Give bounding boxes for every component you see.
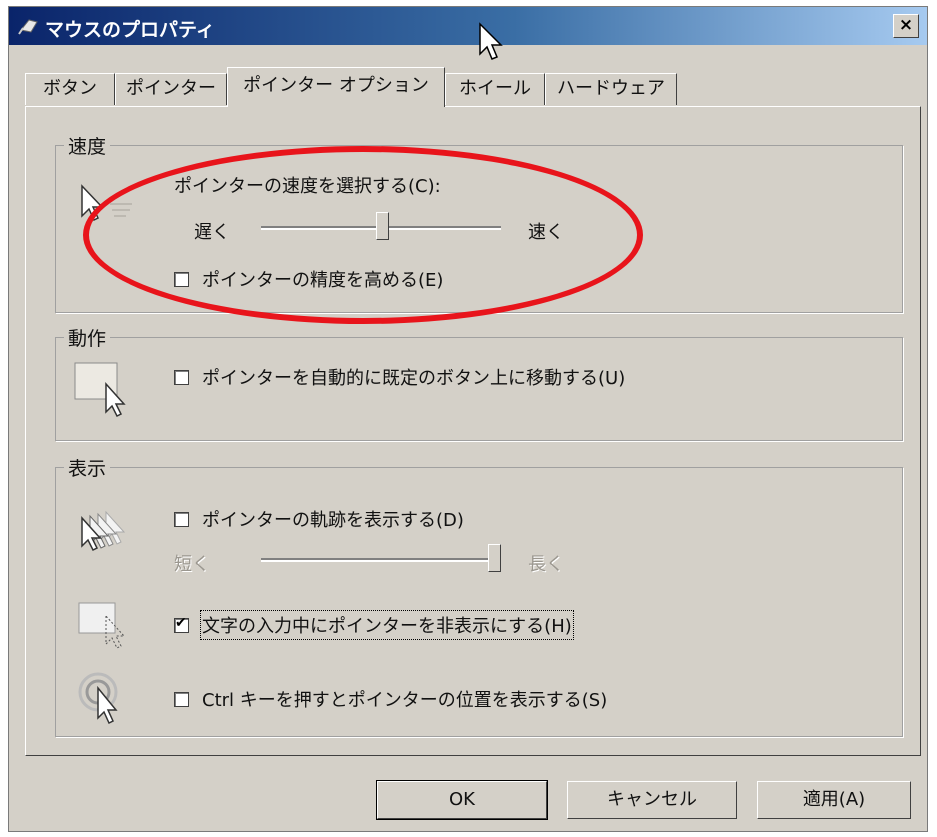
apply-button[interactable]: 適用(A) bbox=[757, 781, 911, 819]
visibility-group-title: 表示 bbox=[64, 454, 111, 481]
trails-short-label: 短く bbox=[174, 554, 210, 575]
hide-while-typing-icon bbox=[78, 602, 126, 649]
pointer-trails-icon bbox=[81, 510, 126, 552]
pointer-trails-checkbox[interactable] bbox=[174, 512, 189, 527]
trails-slider-track[interactable] bbox=[261, 558, 501, 562]
pointer-trails-label: ポインターの軌跡を表示する(D) bbox=[202, 510, 464, 531]
hide-while-typing-checkbox[interactable] bbox=[174, 615, 189, 633]
close-button[interactable]: × bbox=[893, 14, 919, 38]
mouse-icon bbox=[18, 19, 38, 35]
snap-to-label: ポインターを自動的に既定のボタン上に移動する(U) bbox=[202, 368, 626, 389]
show-location-label: Ctrl キーを押すとポインターの位置を表示する(S) bbox=[202, 690, 608, 711]
snap-to-button-icon bbox=[74, 362, 126, 418]
title-bar[interactable]: マウスのプロパティ × bbox=[9, 7, 927, 45]
mouse-cursor-icon bbox=[479, 22, 503, 60]
ok-button[interactable]: OK bbox=[376, 780, 548, 820]
motion-group: 動作 ポインターを自動的に既定のボタン上に移動する(U) bbox=[55, 324, 903, 441]
enhance-precision-label: ポインターの精度を高める(E) bbox=[202, 270, 444, 291]
trails-long-label: 長く bbox=[528, 554, 564, 575]
speed-group-title: 速度 bbox=[64, 132, 111, 159]
window-title: マウスのプロパティ bbox=[45, 19, 215, 41]
tab-buttons[interactable]: ボタン bbox=[25, 73, 115, 105]
cancel-button[interactable]: キャンセル bbox=[567, 781, 737, 819]
tab-pointer-options[interactable]: ポインター オプション bbox=[227, 67, 445, 107]
mouse-properties-dialog: マウスのプロパティ × ボタン ポインター ポインター オプション ホイール ハ… bbox=[8, 6, 928, 832]
show-location-checkbox[interactable] bbox=[174, 692, 189, 707]
speed-group: 速度 ポインターの速度を選択する(C): 遅く 速く ポインターの精度を高める(… bbox=[55, 132, 903, 313]
tab-pointers[interactable]: ポインター bbox=[115, 73, 227, 105]
tab-wheel[interactable]: ホイール bbox=[445, 73, 545, 105]
enhance-precision-checkbox[interactable] bbox=[174, 272, 189, 287]
tab-hardware[interactable]: ハードウェア bbox=[545, 73, 677, 105]
motion-group-title: 動作 bbox=[64, 324, 111, 351]
trails-slider-thumb[interactable] bbox=[488, 544, 501, 580]
pointer-speed-icon bbox=[81, 184, 132, 222]
snap-to-checkbox[interactable] bbox=[174, 370, 189, 385]
slow-label: 遅く bbox=[194, 222, 230, 243]
show-location-icon bbox=[78, 672, 118, 725]
visibility-group: 表示 ポインターの軌跡を表示する(D) 短く 長く 文字の入力中にポインターを非… bbox=[55, 454, 903, 737]
speed-prompt-label: ポインターの速度を選択する(C): bbox=[174, 176, 441, 197]
tab-panel: 速度 ポインターの速度を選択する(C): 遅く 速く ポインターの精度を高める(… bbox=[25, 106, 921, 756]
hide-while-typing-label: 文字の入力中にポインターを非表示にする(H) bbox=[200, 610, 574, 640]
fast-label: 速く bbox=[528, 222, 564, 243]
speed-slider-thumb[interactable] bbox=[376, 212, 389, 248]
